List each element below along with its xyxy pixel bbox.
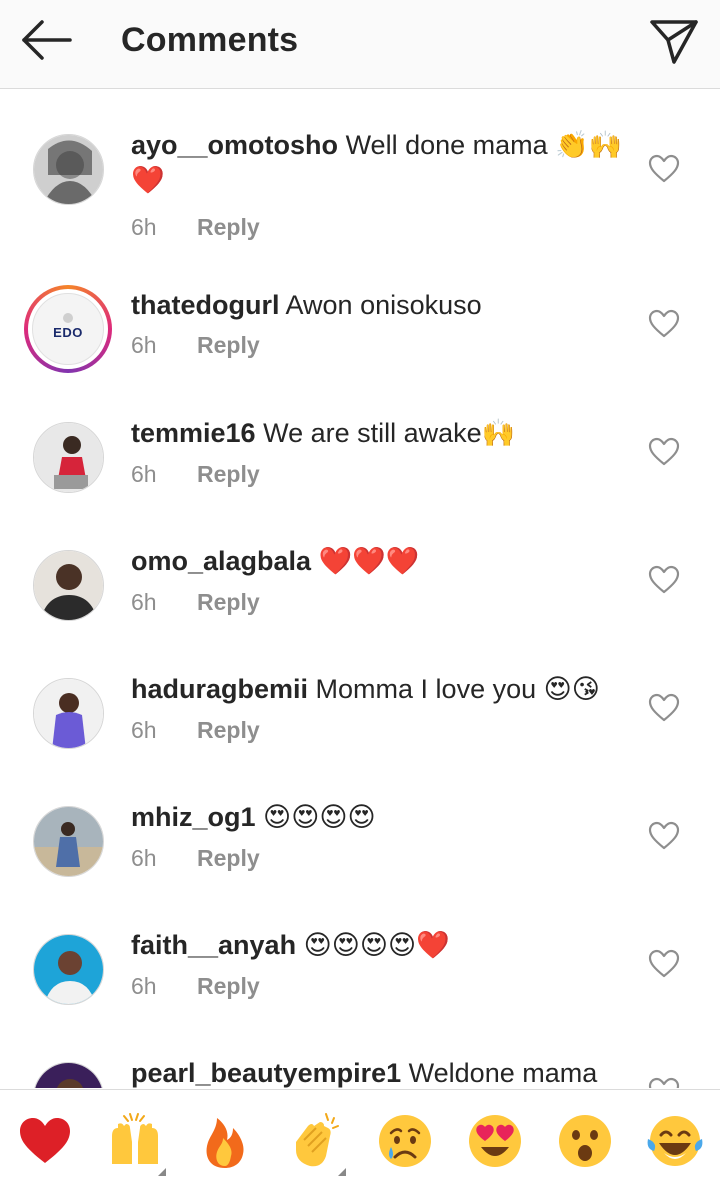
comment-emojis: 🙌 xyxy=(481,418,516,449)
heart-outline-icon xyxy=(648,565,680,594)
comment-text: Momma I love you xyxy=(315,674,537,704)
reply-button[interactable]: Reply xyxy=(197,717,260,744)
raised-hands-icon xyxy=(112,1113,158,1164)
avatar-with-story-ring[interactable]: EDO xyxy=(24,285,112,373)
comment-username[interactable]: pearl_beautyempire1 xyxy=(131,1058,401,1088)
raised-hands-reaction-button[interactable] xyxy=(106,1112,166,1176)
heart-eyes-face-icon xyxy=(469,1115,521,1167)
comment-username[interactable]: mhiz_og1 xyxy=(131,802,256,832)
tears-of-joy-reaction-button[interactable] xyxy=(646,1112,704,1170)
crying-face-icon xyxy=(379,1115,431,1167)
top-bar: Comments xyxy=(0,0,720,89)
clapping-hands-reaction-button[interactable] xyxy=(286,1112,346,1176)
like-button[interactable] xyxy=(648,949,680,979)
comment-time: 6h xyxy=(131,845,157,871)
reply-button[interactable]: Reply xyxy=(197,214,260,241)
comment-content: temmie16 We are still awake🙌 6h Reply xyxy=(131,416,631,488)
like-button[interactable] xyxy=(648,565,680,595)
comment-time: 6h xyxy=(131,589,157,615)
reply-button[interactable]: Reply xyxy=(197,845,260,872)
like-button[interactable] xyxy=(648,1077,680,1088)
comment-text: Awon onisokuso xyxy=(285,290,482,320)
comment-username[interactable]: temmie16 xyxy=(131,418,256,448)
comment-content: omo_alagbala ❤️❤️❤️ 6h Reply xyxy=(131,544,631,616)
comments-list[interactable]: ayo__omotosho Well done mama 👏🙌❤️ 6h Rep… xyxy=(0,90,720,1088)
tears-of-joy-face-icon xyxy=(647,1116,703,1166)
fire-reaction-button[interactable] xyxy=(196,1112,254,1170)
comment-emojis: ❤️❤️❤️ xyxy=(318,546,420,577)
like-button[interactable] xyxy=(648,821,680,851)
comment-content: pearl_beautyempire1 Weldone mama xyxy=(131,1056,631,1088)
like-button[interactable] xyxy=(648,693,680,723)
comment-emojis: 😍😍😍😍 xyxy=(263,802,376,833)
comment-username[interactable]: thatedogurl xyxy=(131,290,280,320)
avatar-logo-text: EDO xyxy=(53,324,83,340)
comment-emojis: 😍😍😍😍❤️ xyxy=(303,930,450,961)
comment-username[interactable]: faith__anyah xyxy=(131,930,296,960)
comment-time: 6h xyxy=(131,214,157,240)
surprised-face-icon xyxy=(559,1115,611,1167)
heart-outline-icon xyxy=(648,309,680,338)
avatar[interactable] xyxy=(33,422,104,493)
comment-content: mhiz_og1 😍😍😍😍 6h Reply xyxy=(131,800,631,872)
share-button[interactable] xyxy=(646,14,702,66)
comment-username[interactable]: ayo__omotosho xyxy=(131,130,338,160)
avatar[interactable] xyxy=(33,550,104,621)
comment-content: faith__anyah 😍😍😍😍❤️ 6h Reply xyxy=(131,928,631,1000)
comment-content: ayo__omotosho Well done mama 👏🙌❤️ 6h Rep… xyxy=(131,128,631,241)
heart-outline-icon xyxy=(648,154,680,183)
comment-content: thatedogurl Awon onisokuso 6h Reply xyxy=(131,288,631,359)
heart-reaction-button[interactable] xyxy=(16,1112,74,1170)
comment-emojis: 😍😘 xyxy=(543,674,600,705)
heart-outline-icon xyxy=(648,693,680,722)
like-button[interactable] xyxy=(648,437,680,467)
fire-icon xyxy=(206,1118,244,1168)
clapping-hands-icon xyxy=(296,1113,339,1167)
comment-time: 6h xyxy=(131,461,157,487)
avatar[interactable] xyxy=(33,678,104,749)
arrow-left-icon xyxy=(22,20,72,60)
comment-username[interactable]: haduragbemii xyxy=(131,674,308,704)
reply-button[interactable]: Reply xyxy=(197,589,260,616)
surprised-face-reaction-button[interactable] xyxy=(556,1112,614,1170)
quick-reaction-bar xyxy=(0,1089,720,1183)
reply-button[interactable]: Reply xyxy=(197,973,260,1000)
comment-text: We are still awake xyxy=(263,418,482,448)
comment-time: 6h xyxy=(131,717,157,743)
comment-text: Well done mama xyxy=(345,130,548,160)
comment-text: Weldone mama xyxy=(408,1058,598,1088)
heart-outline-icon xyxy=(648,821,680,850)
comment-time: 6h xyxy=(131,332,157,358)
comment-content: haduragbemii Momma I love you 😍😘 6h Repl… xyxy=(131,672,631,744)
avatar[interactable] xyxy=(33,934,104,1005)
reply-button[interactable]: Reply xyxy=(197,461,260,488)
back-button[interactable] xyxy=(18,18,78,62)
paper-plane-icon xyxy=(650,20,698,64)
heart-eyes-reaction-button[interactable] xyxy=(466,1112,524,1170)
reply-button[interactable]: Reply xyxy=(197,332,260,359)
heart-emoji-icon xyxy=(20,1118,70,1163)
crying-face-reaction-button[interactable] xyxy=(376,1112,434,1170)
heart-outline-icon xyxy=(648,437,680,466)
heart-outline-icon xyxy=(648,949,680,978)
comment-time: 6h xyxy=(131,973,157,999)
like-button[interactable] xyxy=(648,154,680,184)
comment-username[interactable]: omo_alagbala xyxy=(131,546,311,576)
avatar[interactable] xyxy=(33,806,104,877)
heart-outline-icon xyxy=(648,1077,680,1088)
like-button[interactable] xyxy=(648,309,680,339)
avatar[interactable] xyxy=(33,1062,104,1088)
page-title: Comments xyxy=(121,21,299,59)
avatar[interactable] xyxy=(33,134,104,205)
